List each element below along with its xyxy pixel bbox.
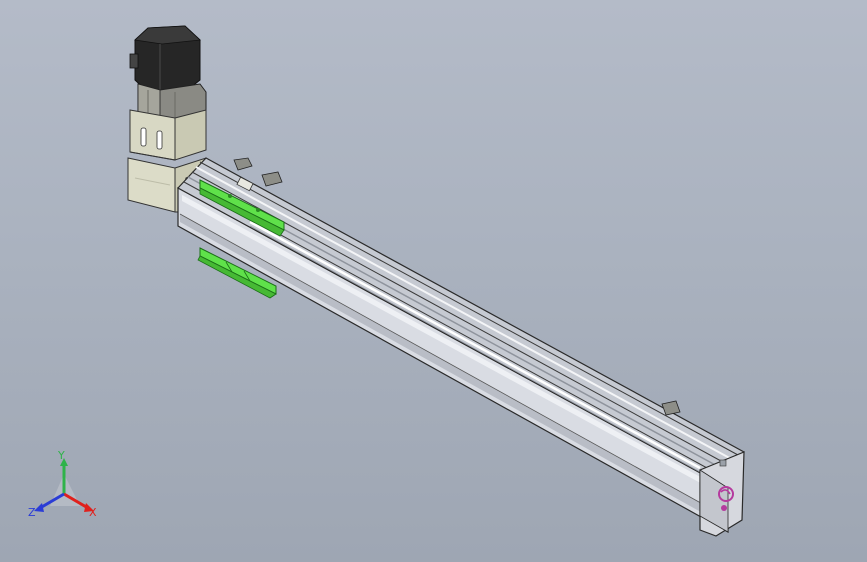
axis-triad: Y X Z (28, 449, 97, 519)
model-scene[interactable]: Y X Z (0, 0, 867, 562)
z-axis-label: Z (28, 506, 36, 519)
cad-viewport[interactable]: Y X Z (0, 0, 867, 562)
x-axis-label: X (89, 506, 97, 519)
y-axis-label: Y (57, 449, 65, 462)
top-clamp-block-1[interactable] (233, 157, 253, 171)
top-clamp-block-2[interactable] (261, 171, 283, 187)
motor-mount-bracket[interactable] (129, 109, 207, 161)
